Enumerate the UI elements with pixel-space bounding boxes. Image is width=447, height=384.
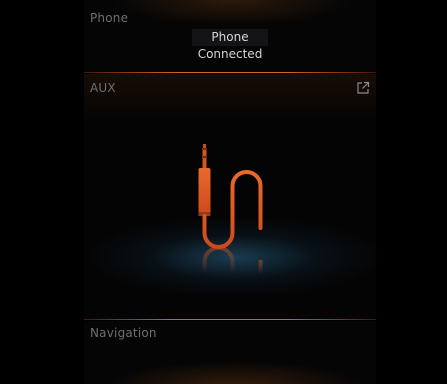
aux-panel-label: AUX — [90, 81, 116, 95]
phone-device-name: Phone — [192, 29, 268, 46]
phone-status: Phone Connected — [192, 29, 268, 63]
navigation-panel[interactable]: Navigation — [84, 321, 376, 384]
phone-connection-status: Connected — [197, 47, 263, 61]
divider — [84, 319, 376, 320]
phone-panel[interactable]: Phone Phone Connected — [84, 0, 376, 72]
navigation-panel-label: Navigation — [90, 326, 157, 340]
aux-cable-icon — [198, 144, 263, 274]
open-external-icon[interactable] — [355, 80, 371, 96]
aux-panel[interactable]: AUX — [84, 74, 376, 319]
media-source-screen: Phone Phone Connected AUX Navigation — [0, 0, 447, 384]
phone-panel-label: Phone — [90, 11, 129, 25]
divider — [84, 72, 376, 73]
